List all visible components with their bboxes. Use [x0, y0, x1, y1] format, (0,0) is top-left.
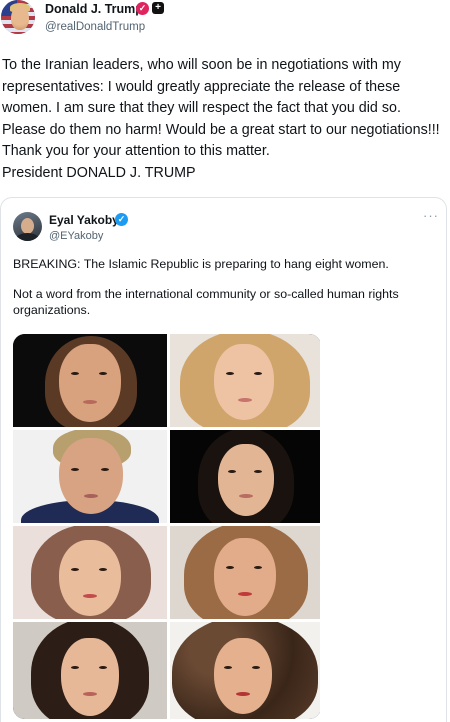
avatar-face	[11, 6, 29, 30]
quoted-paragraph: BREAKING: The Islamic Republic is prepar…	[13, 257, 389, 271]
quoted-author-avatar[interactable]	[13, 212, 42, 241]
quoted-post-text: BREAKING: The Islamic Republic is prepar…	[13, 256, 438, 332]
portrait-photo[interactable]	[13, 622, 167, 719]
quoted-verified-badge-icon: ✓	[115, 213, 128, 226]
more-options-icon[interactable]: ···	[423, 209, 438, 225]
quoted-post-card[interactable]: Eyal Yakoby ✓ @EYakoby ··· BREAKING: The…	[0, 197, 447, 722]
photo-grid[interactable]	[13, 334, 321, 719]
post-body-text: To the Iranian leaders, who will soon be…	[2, 57, 440, 181]
quoted-author-handle[interactable]: @EYakoby	[49, 229, 103, 243]
author-name[interactable]: Donald J. Trump	[45, 1, 143, 17]
portrait-photo[interactable]	[170, 334, 320, 427]
portrait-photo[interactable]	[13, 526, 167, 619]
author-avatar[interactable]	[1, 0, 35, 34]
post-header: Donald J. Trump ✓ + @realDonaldTrump	[0, 0, 450, 42]
portrait-photo[interactable]	[170, 622, 320, 719]
portrait-photo[interactable]	[13, 334, 167, 427]
portrait-photo[interactable]	[170, 526, 320, 619]
portrait-photo[interactable]	[13, 430, 167, 523]
quoted-paragraph: Not a word from the international commun…	[13, 287, 399, 317]
quoted-author-name[interactable]: Eyal Yakoby	[49, 213, 119, 228]
quoted-avatar-body	[16, 233, 39, 241]
quoted-avatar-face	[21, 218, 34, 234]
portrait-photo[interactable]	[170, 430, 320, 523]
verified-badge-icon: ✓	[136, 2, 149, 15]
plus-badge-icon: +	[152, 2, 164, 14]
author-handle[interactable]: @realDonaldTrump	[45, 20, 145, 35]
